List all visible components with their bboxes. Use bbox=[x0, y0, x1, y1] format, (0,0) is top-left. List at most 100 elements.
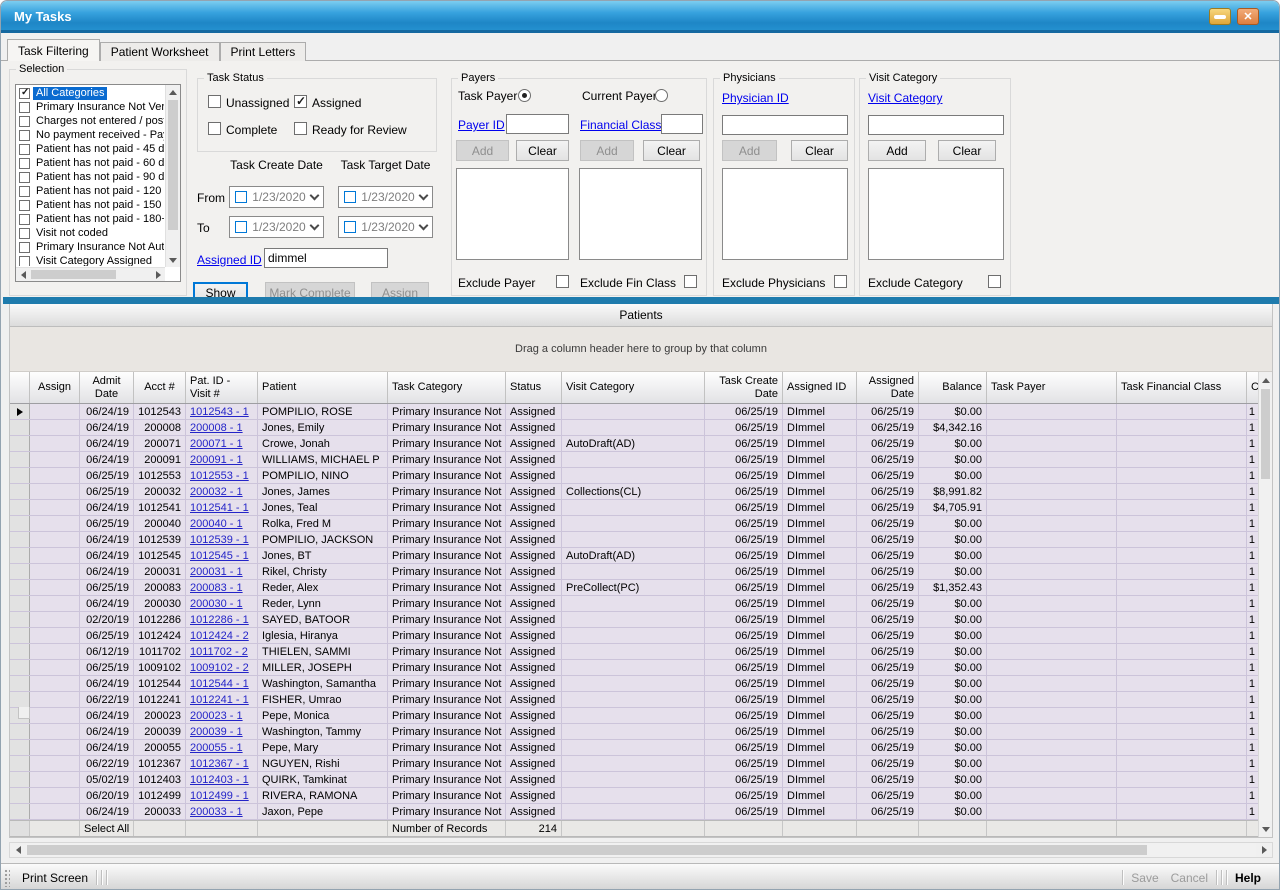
item-checkbox[interactable] bbox=[19, 158, 30, 169]
patient-visit-link[interactable]: 200031 - 1 bbox=[190, 565, 243, 579]
header-assigned-date[interactable]: Assigned Date bbox=[857, 372, 919, 403]
patient-visit-link[interactable]: 200032 - 1 bbox=[190, 485, 243, 499]
exclude-fin-class-checkbox[interactable] bbox=[684, 275, 697, 288]
assigned-id-input[interactable] bbox=[264, 248, 388, 268]
row-selector[interactable] bbox=[10, 452, 30, 467]
group-by-band[interactable]: Drag a column header here to group by th… bbox=[10, 327, 1272, 372]
header-patient[interactable]: Patient bbox=[258, 372, 388, 403]
financial-class-link[interactable]: Financial Class bbox=[580, 118, 661, 132]
selection-list-item[interactable]: All Categories bbox=[17, 86, 164, 100]
exclude-physicians-checkbox[interactable] bbox=[834, 275, 847, 288]
create-date-to-picker[interactable]: 1/23/2020 bbox=[229, 216, 324, 238]
create-date-from-picker[interactable]: 1/23/2020 bbox=[229, 186, 324, 208]
target-date-from-picker[interactable]: 1/23/2020 bbox=[338, 186, 433, 208]
row-selector[interactable] bbox=[10, 644, 30, 659]
print-screen-button[interactable]: Print Screen bbox=[16, 871, 94, 885]
financial-class-input[interactable] bbox=[661, 114, 703, 134]
unassigned-checkbox[interactable] bbox=[208, 95, 221, 108]
scroll-thumb[interactable] bbox=[31, 270, 116, 279]
patient-visit-link[interactable]: 200039 - 1 bbox=[190, 725, 243, 739]
patient-visit-link[interactable]: 200091 - 1 bbox=[190, 453, 243, 467]
date-enable-checkbox[interactable] bbox=[344, 191, 356, 203]
patient-visit-link[interactable]: 1012543 - 1 bbox=[190, 405, 249, 419]
patient-visit-link[interactable]: 1012539 - 1 bbox=[190, 533, 249, 547]
selection-list-item[interactable]: Patient has not paid - 150 d bbox=[17, 198, 164, 212]
header-task-financial-class[interactable]: Task Financial Class bbox=[1117, 372, 1247, 403]
patient-visit-link[interactable]: 200033 - 1 bbox=[190, 805, 243, 819]
row-selector[interactable] bbox=[10, 468, 30, 483]
selection-list-item[interactable]: No payment received - Pay bbox=[17, 128, 164, 142]
visit-category-clear-button[interactable]: Clear bbox=[938, 140, 996, 161]
task-payer-radio[interactable] bbox=[518, 89, 531, 102]
patient-visit-link[interactable]: 1012403 - 1 bbox=[190, 773, 249, 787]
item-checkbox[interactable] bbox=[19, 242, 30, 253]
visit-category-listbox[interactable] bbox=[868, 168, 1004, 260]
item-checkbox[interactable] bbox=[19, 256, 30, 266]
selection-list-item[interactable]: Visit Category Assigned bbox=[17, 254, 164, 266]
row-selector[interactable] bbox=[10, 548, 30, 563]
selection-listbox[interactable]: All Categories Primary Insurance Not Ver… bbox=[15, 84, 181, 282]
grid-horizontal-scrollbar[interactable] bbox=[9, 842, 1273, 858]
selection-horizontal-scrollbar[interactable] bbox=[16, 267, 165, 281]
financial-class-add-button[interactable]: Add bbox=[580, 140, 634, 161]
item-checkbox[interactable] bbox=[19, 200, 30, 211]
financial-class-listbox[interactable] bbox=[579, 168, 702, 260]
patient-visit-link[interactable]: 200030 - 1 bbox=[190, 597, 243, 611]
assigned-id-link[interactable]: Assigned ID bbox=[197, 253, 262, 267]
scroll-thumb[interactable] bbox=[168, 100, 178, 230]
item-checkbox[interactable] bbox=[19, 88, 30, 99]
patient-visit-link[interactable]: 1012241 - 1 bbox=[190, 693, 249, 707]
row-selector[interactable] bbox=[10, 500, 30, 515]
patient-visit-link[interactable]: 1012541 - 1 bbox=[190, 501, 249, 515]
header-visit-category[interactable]: Visit Category bbox=[562, 372, 705, 403]
patient-visit-link[interactable]: 1012424 - 2 bbox=[190, 629, 249, 643]
patient-visit-link[interactable]: 200040 - 1 bbox=[190, 517, 243, 531]
patient-visit-link[interactable]: 1012544 - 1 bbox=[190, 677, 249, 691]
item-checkbox[interactable] bbox=[19, 214, 30, 225]
item-checkbox[interactable] bbox=[19, 102, 30, 113]
header-task-payer[interactable]: Task Payer bbox=[987, 372, 1117, 403]
patient-visit-link[interactable]: 1012367 - 1 bbox=[190, 757, 249, 771]
payer-id-link[interactable]: Payer ID bbox=[458, 118, 505, 132]
physician-id-input[interactable] bbox=[722, 115, 848, 135]
complete-checkbox[interactable] bbox=[208, 122, 221, 135]
item-checkbox[interactable] bbox=[19, 144, 30, 155]
payer-listbox[interactable] bbox=[456, 168, 569, 260]
row-selector[interactable] bbox=[10, 756, 30, 771]
select-all-button[interactable]: Select All bbox=[80, 821, 134, 836]
selection-list-item[interactable]: Patient has not paid - 60 da bbox=[17, 156, 164, 170]
patient-visit-link[interactable]: 1011702 - 2 bbox=[190, 645, 248, 659]
row-selector[interactable] bbox=[10, 724, 30, 739]
patient-visit-link[interactable]: 200083 - 1 bbox=[190, 581, 243, 595]
header-balance[interactable]: Balance bbox=[919, 372, 987, 403]
patient-visit-link[interactable]: 1012553 - 1 bbox=[190, 469, 249, 483]
exclude-category-checkbox[interactable] bbox=[988, 275, 1001, 288]
payer-clear-button[interactable]: Clear bbox=[516, 140, 569, 161]
selection-list-item[interactable]: Patient has not paid - 45 da bbox=[17, 142, 164, 156]
row-selector[interactable] bbox=[10, 580, 30, 595]
row-selector[interactable] bbox=[10, 436, 30, 451]
row-selector[interactable] bbox=[10, 804, 30, 819]
header-assign[interactable]: Assign bbox=[30, 372, 80, 403]
grid-vertical-scrollbar[interactable] bbox=[1258, 372, 1272, 837]
exclude-payer-checkbox[interactable] bbox=[556, 275, 569, 288]
row-selector[interactable] bbox=[10, 788, 30, 803]
visit-category-input[interactable] bbox=[868, 115, 1004, 135]
header-task-create-date[interactable]: Task Create Date bbox=[705, 372, 783, 403]
cancel-button[interactable]: Cancel bbox=[1165, 871, 1214, 885]
visit-category-add-button[interactable]: Add bbox=[868, 140, 926, 161]
date-enable-checkbox[interactable] bbox=[344, 221, 356, 233]
save-button[interactable]: Save bbox=[1125, 871, 1164, 885]
patient-visit-link[interactable]: 1012545 - 1 bbox=[190, 549, 249, 563]
item-checkbox[interactable] bbox=[19, 186, 30, 197]
current-payer-radio[interactable] bbox=[655, 89, 668, 102]
selection-list-item[interactable]: Visit not coded bbox=[17, 226, 164, 240]
selection-list-item[interactable]: Primary Insurance Not Verifi bbox=[17, 100, 164, 114]
selection-list-item[interactable]: Primary Insurance Not Auth bbox=[17, 240, 164, 254]
tab-patient-worksheet[interactable]: Patient Worksheet bbox=[100, 42, 220, 61]
row-selector[interactable] bbox=[10, 740, 30, 755]
physician-listbox[interactable] bbox=[722, 168, 848, 260]
ready-for-review-checkbox[interactable] bbox=[294, 122, 307, 135]
header-acct[interactable]: Acct # bbox=[134, 372, 186, 403]
date-enable-checkbox[interactable] bbox=[235, 221, 247, 233]
